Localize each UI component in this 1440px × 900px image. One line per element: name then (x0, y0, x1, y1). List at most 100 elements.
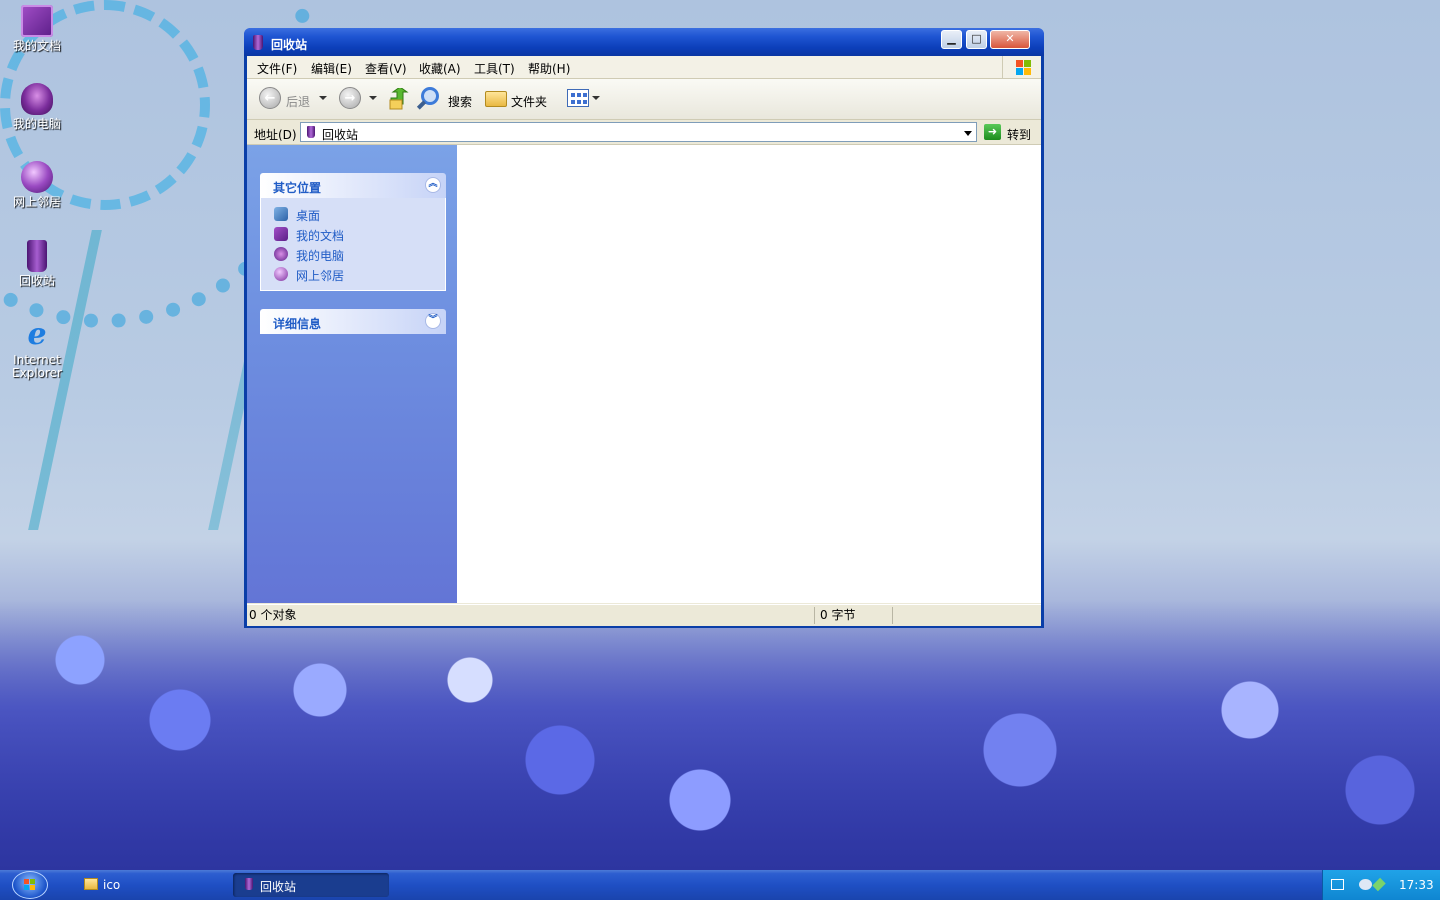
start-button[interactable] (12, 871, 48, 899)
menu-help[interactable]: 帮助(H) (528, 60, 570, 77)
other-places-header[interactable]: 其它位置 ︽ (260, 173, 446, 198)
other-places-panel: 其它位置 ︽ 桌面 我的文档 我的电脑 网上邻居 (260, 173, 446, 291)
forward-dropdown-icon[interactable] (369, 96, 377, 100)
maximize-button[interactable]: □ (966, 30, 987, 49)
wallpaper-flower-field (0, 600, 1440, 870)
other-places-item-label: 网上邻居 (296, 269, 345, 283)
system-tray: 17:33 (1322, 870, 1440, 900)
views-dropdown-icon[interactable] (592, 96, 600, 100)
desktop-icon-recycle-bin[interactable]: 回收站 (0, 240, 74, 288)
address-bar: 地址(D) 回收站 ➜ 转到 (247, 120, 1041, 145)
other-places-item-desktop[interactable]: 桌面 (261, 204, 445, 224)
address-input[interactable]: 回收站 (300, 122, 977, 142)
views-icon[interactable] (567, 89, 589, 107)
minimize-icon: ▁ (947, 32, 956, 45)
back-button[interactable]: ← (259, 87, 281, 109)
windows-logo-icon (1002, 56, 1041, 78)
desktop-icon-my-documents[interactable]: 我的文档 (0, 5, 74, 53)
keyboard-icon[interactable] (1331, 879, 1344, 890)
minimize-button[interactable]: ▁ (941, 30, 962, 49)
desktop-icon-label: 网上邻居 (12, 195, 61, 209)
other-places-item-network-places[interactable]: 网上邻居 (261, 264, 445, 284)
details-panel: 详细信息 ︾ (260, 309, 446, 334)
menu-tools[interactable]: 工具(T) (474, 60, 515, 77)
folder-icon (84, 878, 98, 890)
my-documents-icon (21, 5, 53, 37)
network-places-icon (274, 267, 288, 281)
details-title: 详细信息 (273, 317, 322, 331)
close-button[interactable]: ✕ (990, 30, 1030, 49)
network-icon[interactable] (1359, 879, 1372, 890)
forward-arrow-icon: → (344, 91, 356, 106)
details-header[interactable]: 详细信息 ︾ (260, 309, 446, 334)
address-label: 地址(D) (254, 128, 297, 142)
desktop-icon (274, 207, 288, 221)
expand-chevron-icon[interactable]: ︾ (425, 313, 441, 329)
desktop-icon-my-computer[interactable]: 我的电脑 (0, 83, 74, 131)
close-icon: ✕ (1005, 32, 1015, 45)
recycle-bin-icon (27, 240, 47, 272)
task-pane: 其它位置 ︽ 桌面 我的文档 我的电脑 网上邻居 详细信息 ︾ (247, 145, 457, 603)
my-computer-icon (274, 247, 288, 261)
address-value: 回收站 (322, 128, 359, 142)
collapse-chevron-icon[interactable]: ︽ (425, 177, 441, 193)
folders-icon (485, 91, 507, 107)
menu-edit[interactable]: 编辑(E) (311, 60, 352, 77)
desktop-icon-label: 回收站 (18, 274, 55, 288)
status-zone (897, 607, 1037, 624)
taskbar-item-label: 回收站 (260, 880, 297, 894)
desktop-icon-label: 我的电脑 (12, 117, 61, 131)
folders-button[interactable]: 文件夹 (511, 93, 547, 110)
recycle-bin-icon (245, 878, 253, 890)
back-label: 后退 (286, 95, 311, 109)
file-list-area[interactable] (457, 145, 1041, 603)
status-object-count: 0 个对象 (249, 607, 815, 624)
recycle-bin-window: 回收站 ▁ □ ✕ 文件(F) 编辑(E) 查看(V) 收藏(A) 工具(T) … (244, 28, 1044, 628)
windows-flag-icon (24, 879, 36, 891)
search-button[interactable]: 搜索 (448, 93, 472, 110)
my-computer-icon (21, 83, 53, 115)
taskbar-item-recycle-bin[interactable]: 回收站 (233, 873, 389, 897)
standard-toolbar: ← 后退 → 搜索 文件夹 (247, 79, 1041, 120)
status-bar: 0 个对象 0 字节 (247, 604, 1041, 626)
address-dropdown-icon[interactable] (964, 131, 972, 136)
up-folder-button[interactable] (389, 86, 409, 110)
other-places-item-my-computer[interactable]: 我的电脑 (261, 244, 445, 264)
taskbar: ico 回收站 17:33 (0, 870, 1440, 900)
maximize-icon: □ (971, 32, 982, 45)
up-folder-icon (389, 86, 409, 110)
safely-remove-icon[interactable] (1372, 877, 1386, 892)
clock[interactable]: 17:33 (1399, 878, 1434, 892)
taskbar-item-ico[interactable]: ico (76, 873, 226, 897)
other-places-item-my-documents[interactable]: 我的文档 (261, 224, 445, 244)
menu-favorites[interactable]: 收藏(A) (419, 60, 461, 77)
desktop-icon-network-places[interactable]: 网上邻居 (0, 161, 74, 209)
go-button[interactable]: 转到 (1007, 126, 1031, 143)
search-icon-handle (416, 100, 427, 110)
taskbar-item-label: ico (103, 878, 121, 892)
other-places-title: 其它位置 (273, 181, 322, 195)
my-documents-icon (274, 227, 288, 241)
window-titlebar[interactable]: 回收站 ▁ □ ✕ (244, 28, 1044, 56)
window-body: 文件(F) 编辑(E) 查看(V) 收藏(A) 工具(T) 帮助(H) ← 后退… (247, 56, 1041, 626)
menu-file[interactable]: 文件(F) (257, 60, 297, 77)
desktop-icon-internet-explorer[interactable]: e Internet Explorer (0, 319, 74, 380)
internet-explorer-icon: e (27, 317, 47, 352)
window-title: 回收站 (271, 38, 308, 52)
recycle-bin-icon (307, 126, 315, 138)
other-places-list: 桌面 我的文档 我的电脑 网上邻居 (260, 198, 446, 291)
back-arrow-icon: ← (264, 91, 276, 106)
desktop-icon-label-line2: Explorer (12, 366, 62, 380)
desktop-icon-label: 我的文档 (12, 39, 61, 53)
other-places-item-label: 桌面 (296, 209, 321, 223)
other-places-item-label: 我的电脑 (296, 249, 345, 263)
menu-view[interactable]: 查看(V) (365, 60, 407, 77)
status-size: 0 字节 (820, 607, 893, 624)
recycle-bin-icon (253, 35, 263, 50)
back-dropdown-icon[interactable] (319, 96, 327, 100)
go-arrow-icon[interactable]: ➜ (984, 124, 1001, 140)
other-places-item-label: 我的文档 (296, 229, 345, 243)
network-places-icon (21, 161, 53, 193)
menu-bar: 文件(F) 编辑(E) 查看(V) 收藏(A) 工具(T) 帮助(H) (247, 56, 1041, 79)
forward-button[interactable]: → (339, 87, 361, 109)
